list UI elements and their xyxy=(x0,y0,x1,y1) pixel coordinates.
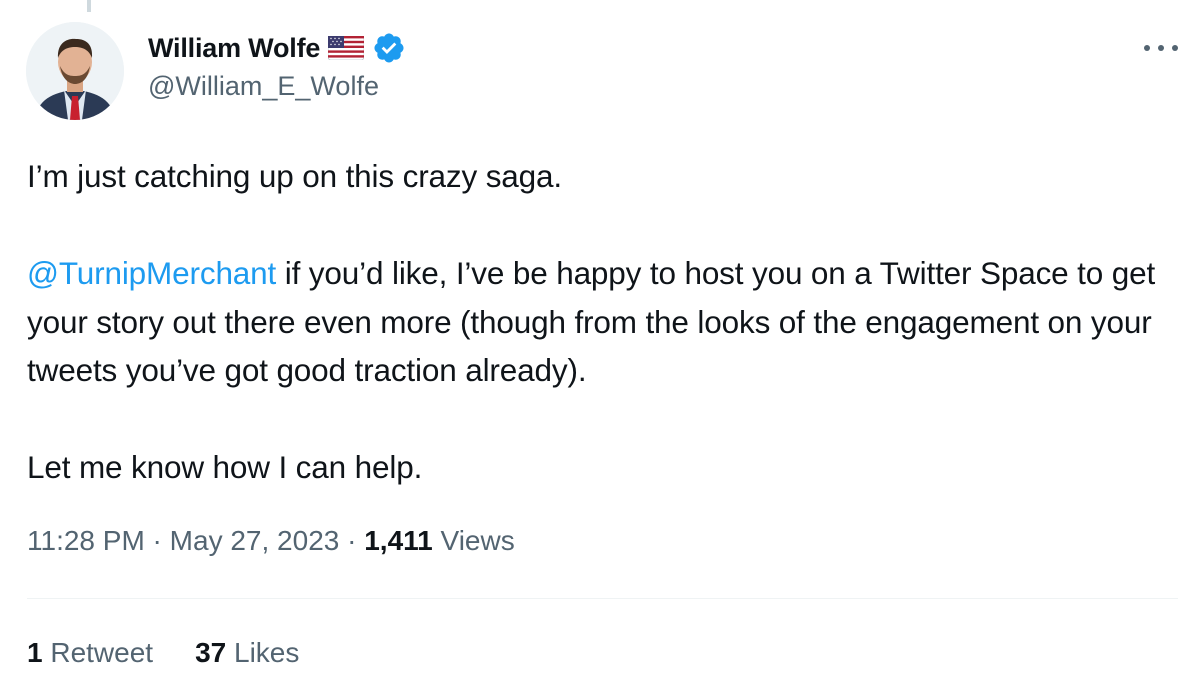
tweet-paragraph: I’m just catching up on this crazy saga. xyxy=(27,158,563,194)
more-options-dot xyxy=(1172,45,1178,51)
likes-count: 37 xyxy=(195,637,227,668)
views-count: 1,411 xyxy=(364,525,433,556)
author-display-name[interactable]: William Wolfe xyxy=(148,33,320,64)
author-handle[interactable]: @William_E_Wolfe xyxy=(148,71,379,102)
tweet-date[interactable]: May 27, 2023 xyxy=(170,525,340,556)
likes-label: Likes xyxy=(226,637,300,668)
author-name-row: William Wolfe xyxy=(148,28,406,68)
thread-connector-line xyxy=(87,0,91,12)
retweets-stat[interactable]: 1 Retweet xyxy=(27,637,153,669)
retweets-count: 1 xyxy=(27,637,43,668)
more-options-icon xyxy=(1144,45,1150,51)
tweet-text: I’m just catching up on this crazy saga.… xyxy=(27,152,1177,492)
us-flag-icon xyxy=(328,36,365,60)
divider xyxy=(27,598,1178,599)
views-label: Views xyxy=(432,525,515,556)
tweet-stats: 1 Retweet 37 Likes xyxy=(27,637,299,669)
likes-stat[interactable]: 37 Likes xyxy=(195,637,299,669)
tweet-time[interactable]: 11:28 PM xyxy=(27,525,145,556)
verified-badge-icon[interactable] xyxy=(372,31,406,65)
meta-separator: · xyxy=(339,525,365,556)
avatar-image xyxy=(26,22,124,120)
more-options-button[interactable] xyxy=(1144,36,1178,60)
avatar[interactable] xyxy=(26,22,124,120)
more-options-dot xyxy=(1158,45,1164,51)
retweets-label: Retweet xyxy=(42,637,154,668)
tweet-metadata: 11:28 PM · May 27, 2023 · 1,411 Views xyxy=(27,525,515,557)
mention-link[interactable]: @TurnipMerchant xyxy=(27,255,276,291)
tweet-paragraph: @TurnipMerchant if you’d like, I’ve be h… xyxy=(27,249,1177,395)
tweet-paragraph: Let me know how I can help. xyxy=(27,449,423,485)
meta-separator: · xyxy=(144,525,170,556)
